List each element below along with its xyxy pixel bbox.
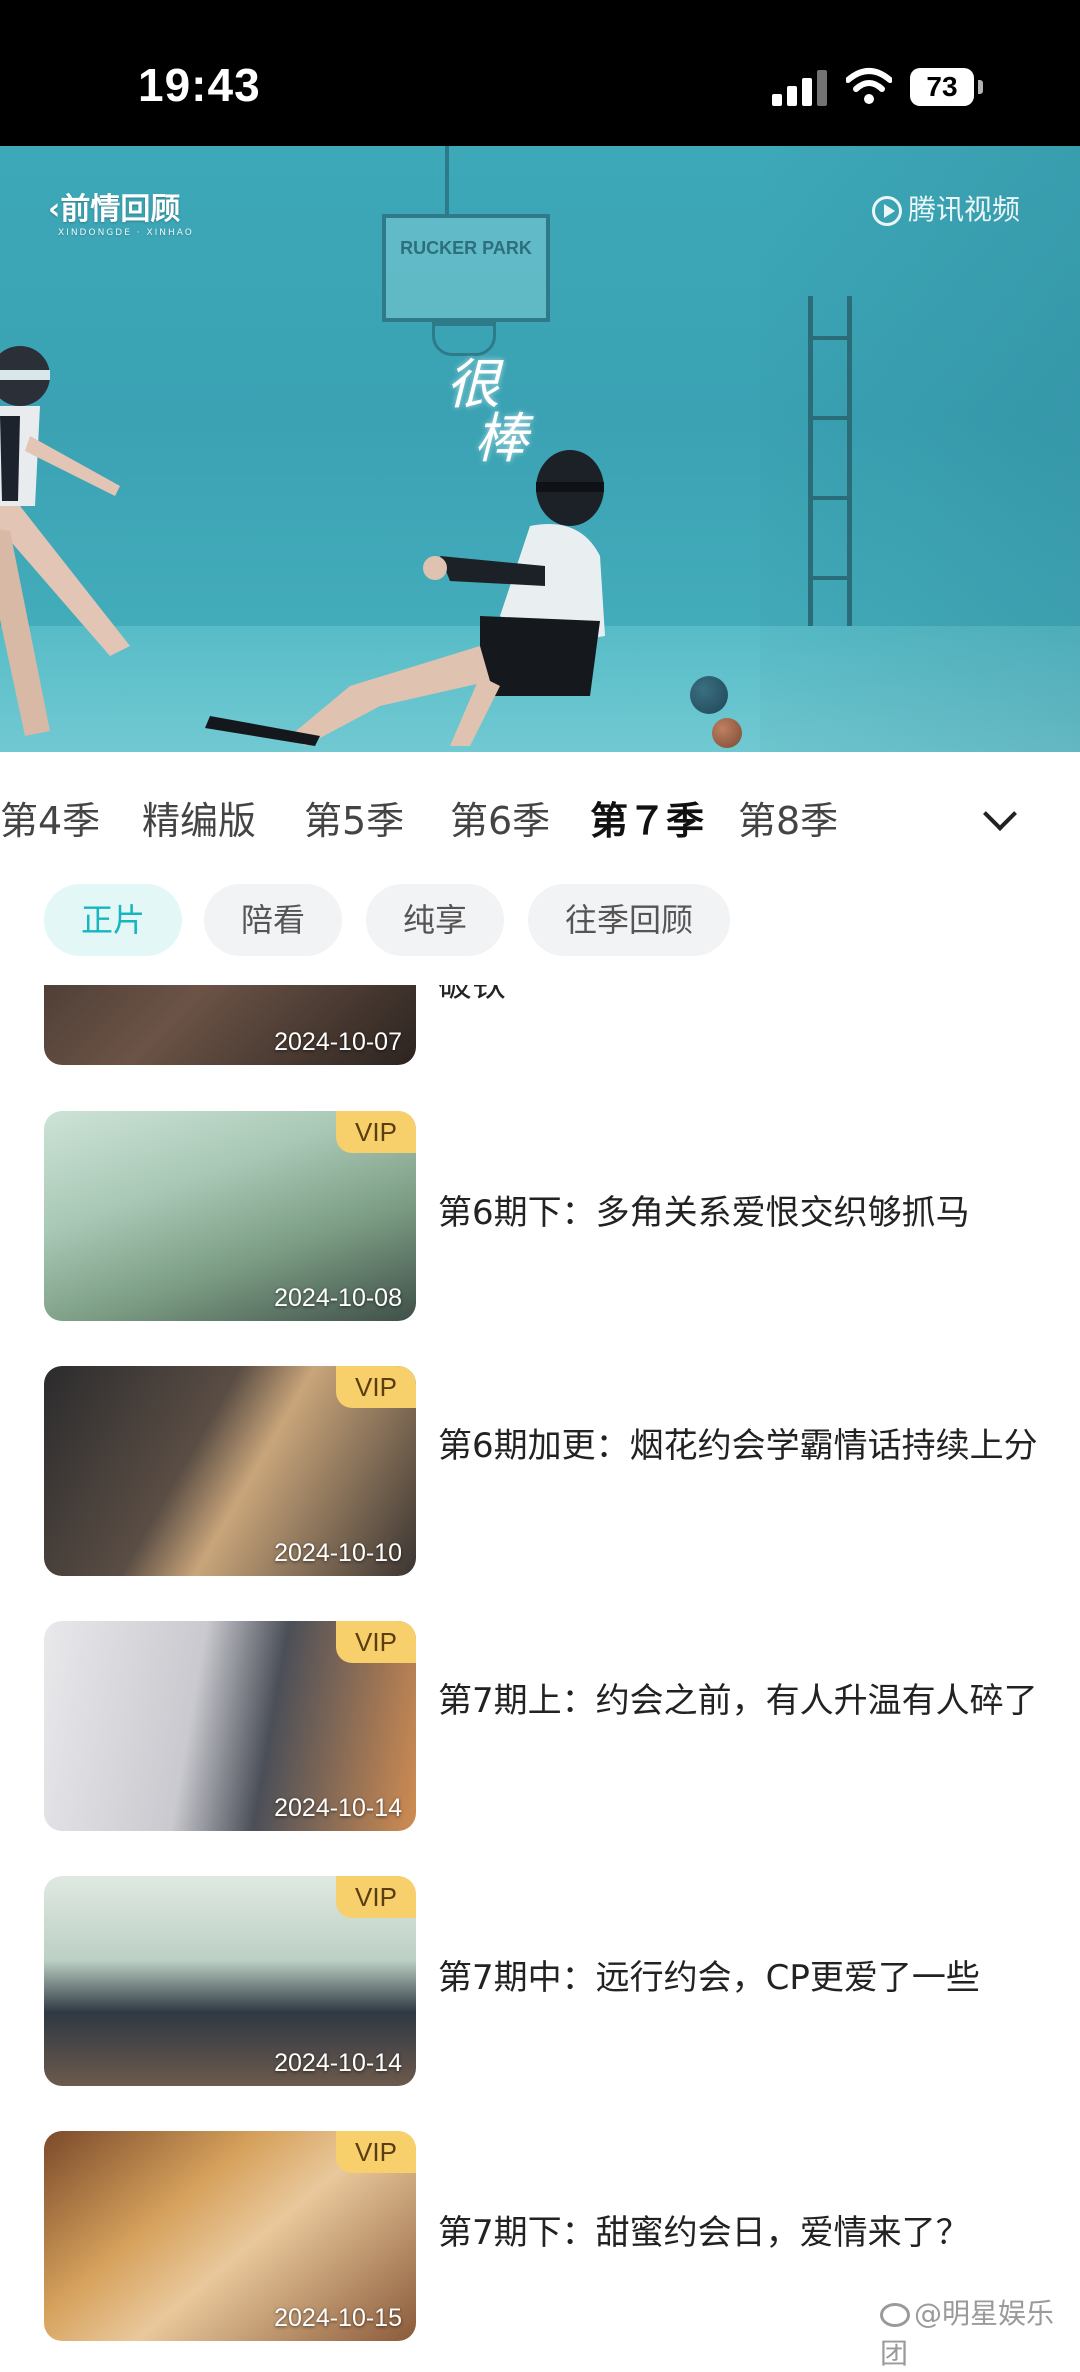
episode-thumbnail[interactable]: VIP 2024-10-10	[44, 1366, 416, 1576]
episode-title: 第7期中：远行约会，CP更爱了一些	[438, 1958, 980, 1998]
swimmer-figure-right	[205, 450, 605, 746]
vip-badge: VIP	[336, 1366, 416, 1408]
episode-date: 2024-10-10	[274, 1539, 402, 1567]
episode-title: 第6期下：多角关系爱恨交织够抓马	[438, 1193, 970, 1233]
episode-title: 第7期上：约会之前，有人升温有人碎了	[438, 1681, 1038, 1721]
episode-thumbnail[interactable]: 2024-10-07	[44, 985, 416, 1065]
episode-date: 2024-10-15	[274, 2304, 402, 2332]
tab-season-8[interactable]: 第8季	[738, 790, 838, 845]
hoop-pole	[445, 146, 449, 216]
play-logo-icon	[872, 196, 902, 226]
episode-title: 第7期下：甜蜜约会日，爱情来了？	[438, 2213, 970, 2253]
cellular-signal-icon	[772, 70, 828, 106]
chip-pure-cut[interactable]: 纯享	[366, 884, 504, 956]
pool-ladder	[808, 296, 852, 626]
weibo-watermark: @明星娱乐团	[880, 2292, 1080, 2372]
episode-item[interactable]: VIP 2024-10-10 第6期加更：烟花约会学霸情话持续上分	[44, 1366, 1044, 1576]
episode-date: 2024-10-08	[274, 1284, 402, 1312]
vip-badge: VIP	[336, 1111, 416, 1153]
chevron-down-icon[interactable]	[983, 797, 1017, 831]
episode-title: 破铁	[438, 985, 506, 1005]
status-bar: 19:43 73	[0, 0, 1080, 146]
brand-label: 腾讯视频	[908, 193, 1021, 226]
basketball-backboard: RUCKER PARK	[382, 214, 550, 322]
recap-small: XINDONGDE · XINHAO	[58, 228, 194, 238]
season-tabs: 第4季 精编版 第5季 第6季 第７季 第8季	[0, 782, 1080, 852]
wifi-icon	[846, 68, 892, 104]
weibo-icon	[880, 2303, 910, 2327]
episode-thumbnail[interactable]: VIP 2024-10-08	[44, 1111, 416, 1321]
recap-label: 前情回顾	[60, 192, 181, 227]
episode-title: 第6期加更：烟花约会学霸情话持续上分	[438, 1426, 1038, 1466]
episode-date: 2024-10-07	[274, 1028, 402, 1056]
chip-past-seasons[interactable]: 往季回顾	[528, 884, 730, 956]
vip-badge: VIP	[336, 1621, 416, 1663]
basketball-hoop	[432, 322, 496, 356]
chip-watch-along[interactable]: 陪看	[204, 884, 342, 956]
tab-season-4[interactable]: 第4季	[0, 790, 100, 845]
status-time: 19:43	[138, 59, 261, 111]
chip-main-feature[interactable]: 正片	[44, 884, 182, 956]
back-arrow-icon[interactable]: ‹	[48, 192, 60, 227]
tencent-video-logo: 腾讯视频	[872, 188, 1020, 228]
caption-line-1: 很	[446, 353, 500, 416]
basketball-2	[712, 718, 742, 748]
tab-edited-version[interactable]: 精编版	[142, 790, 256, 845]
episode-date: 2024-10-14	[274, 1794, 402, 1822]
episode-date: 2024-10-14	[274, 2049, 402, 2077]
episode-thumbnail[interactable]: VIP 2024-10-14	[44, 1621, 416, 1831]
recap-logo[interactable]: ‹前情回顾 XINDONGDE · XINHAO	[48, 184, 194, 238]
tab-season-5[interactable]: 第5季	[304, 790, 404, 845]
episode-item[interactable]: VIP 2024-10-14 第7期上：约会之前，有人升温有人碎了	[44, 1621, 1044, 1831]
vip-badge: VIP	[336, 1876, 416, 1918]
tab-season-7[interactable]: 第７季	[590, 790, 704, 845]
video-player[interactable]: RUCKER PARK ‹前情回顾 XINDONGDE · XINHAO 腾讯视…	[0, 146, 1080, 752]
episode-item[interactable]: VIP 2024-10-14 第7期中：远行约会，CP更爱了一些	[44, 1876, 1044, 2086]
swimmer-figure-left	[0, 346, 130, 736]
episode-thumbnail[interactable]: VIP 2024-10-14	[44, 1876, 416, 2086]
basketball-1	[690, 676, 728, 714]
episode-item[interactable]: VIP 2024-10-08 第6期下：多角关系爱恨交织够抓马	[44, 1111, 1044, 1321]
tab-season-6[interactable]: 第6季	[450, 790, 550, 845]
vip-badge: VIP	[336, 2131, 416, 2173]
episode-thumbnail[interactable]: VIP 2024-10-15	[44, 2131, 416, 2341]
battery-indicator: 73	[910, 68, 974, 106]
episode-item[interactable]: 2024-10-07 破铁	[44, 985, 1044, 1065]
battery-nub	[978, 80, 983, 94]
